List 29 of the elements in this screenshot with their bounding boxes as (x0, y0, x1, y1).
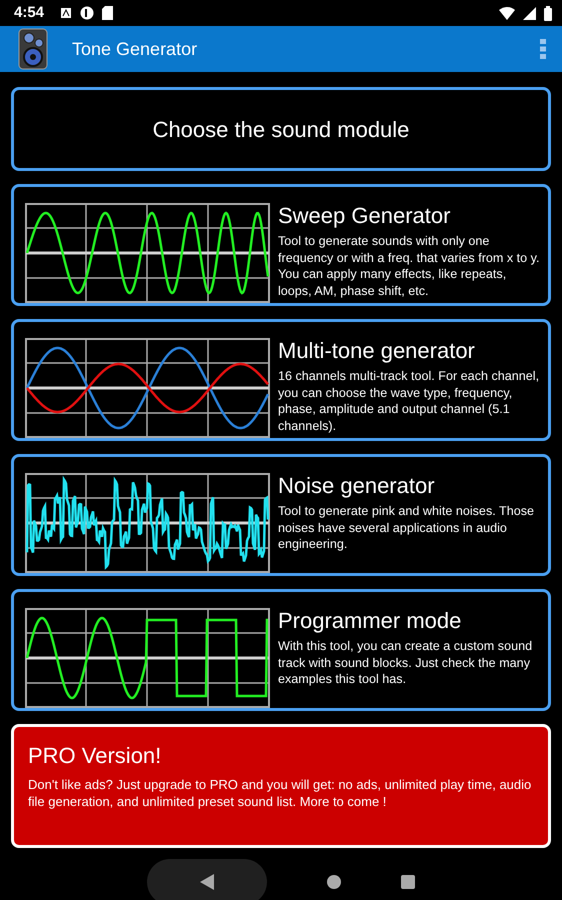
battery-icon (544, 6, 552, 20)
module-card[interactable]: Sweep Generator Tool to generate sounds with only one frequency or with a freq. that varies from x to y. You can apply many effects, like repeats, loops, AM, phase shift, etc. (11, 184, 551, 306)
module-title: Programmer mode (278, 608, 462, 634)
header-title: Choose the sound module (152, 116, 410, 144)
pro-description: Don't like ads? Just upgrade to PRO and you will get: no ads, unlimited play time, audio file generation, and unlimited preset sound list. More to come ! (28, 776, 532, 810)
app-title: Tone Generator (72, 38, 198, 60)
module-title: Multi-tone generator (278, 338, 476, 364)
module-card[interactable]: Noise generator Tool to generate pink and white noises. Those noises have several applications in audio engineering. (11, 454, 551, 576)
pro-title: PRO Version! (28, 742, 162, 770)
module-description: With this tool, you can create a custom sound track with sound blocks. Just check the many examples this tool has. (278, 638, 534, 688)
back-icon (200, 874, 214, 890)
pro-version-card[interactable]: PRO Version! Don't like ads? Just upgrade to PRO and you will get: no ads, unlimited play time, audio file generation, and unlimited preset sound list. More to come ! (11, 724, 551, 848)
home-button[interactable] (327, 875, 341, 889)
back-button[interactable] (147, 859, 267, 900)
module-title: Noise generator (278, 473, 436, 499)
module-description: 16 channels multi-track tool. For each channel, you can choose the wave type, frequency, phase, amplitude and output channel (5.1 channels). (278, 368, 540, 434)
module-card[interactable]: Multi-tone generator 16 channels multi-track tool. For each channel, you can choose the wave type, frequency, phase, amplitude and output channel (5.1 channels). (11, 319, 551, 441)
sd-card-icon (102, 6, 114, 20)
module-title: Sweep Generator (278, 203, 452, 229)
speaker-icon (18, 27, 48, 71)
signal-icon (523, 6, 536, 20)
status-time: 4:54 (14, 2, 44, 23)
module-description: Tool to generate sounds with only one frequency or with a freq. that varies from x to y. You can apply many effects, like repeats, loops, AM, phase shift, etc. (278, 233, 540, 299)
wifi-icon (499, 6, 515, 20)
more-options-icon[interactable] (540, 39, 546, 59)
module-description: Tool to generate pink and white noises. Those noises have several applications in audio engineering. (278, 503, 536, 552)
notification-icon (60, 7, 72, 19)
module-card[interactable]: Programmer mode With this tool, you can create a custom sound track with sound blocks. Just check the many examples this tool has. (11, 589, 551, 711)
notification-icon (80, 6, 94, 20)
